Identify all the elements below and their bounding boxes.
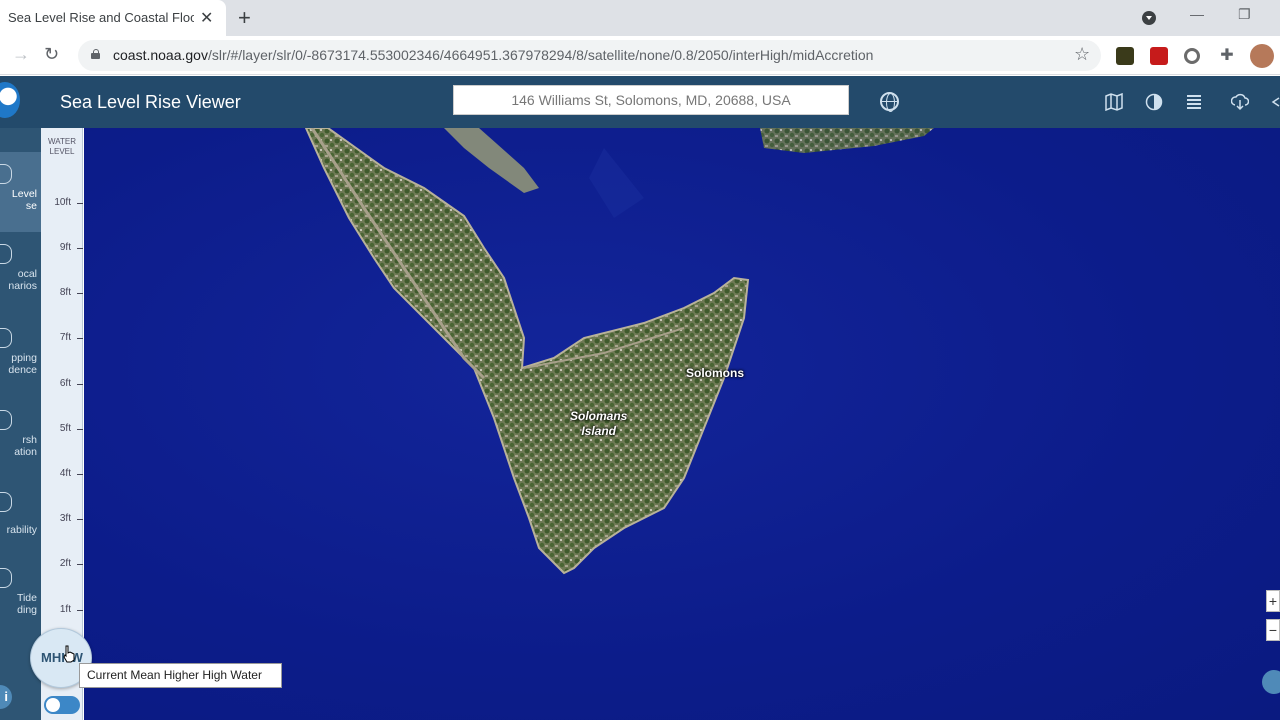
- tab-close-icon[interactable]: ✕: [200, 8, 213, 28]
- sidebar-item-sea-level-rise[interactable]: Level se: [0, 152, 41, 232]
- north-island: [760, 128, 934, 153]
- satellite-imagery: [304, 128, 934, 575]
- profile-menu-icon[interactable]: [1142, 11, 1156, 25]
- tick-4ft: 4ft: [41, 468, 83, 480]
- tick-8ft: 8ft: [41, 287, 83, 299]
- layers-list-icon[interactable]: [1185, 93, 1203, 111]
- download-cloud-icon[interactable]: [1231, 93, 1249, 111]
- avatar[interactable]: [1250, 44, 1274, 68]
- browser-tab[interactable]: Sea Level Rise and Coastal Flood ✕: [0, 0, 226, 36]
- zoom-out-button[interactable]: −: [1266, 619, 1280, 641]
- tick-6ft: 6ft: [41, 378, 83, 390]
- basemap-icon[interactable]: [1105, 93, 1123, 111]
- tick-9ft: 9ft: [41, 242, 83, 254]
- pier-structures: [444, 128, 539, 193]
- hand-cursor-icon: [63, 645, 75, 663]
- map-label-solomons: Solomons: [686, 366, 745, 380]
- extension-photo-icon[interactable]: [1116, 47, 1134, 65]
- sidebar-item-high-tide-flooding[interactable]: Tide ding: [0, 568, 41, 638]
- person-icon: [0, 492, 12, 512]
- map-icon: [0, 328, 12, 348]
- tick-1ft: 1ft: [41, 604, 83, 616]
- tick-5ft: 5ft: [41, 423, 83, 435]
- mhhw-toggle[interactable]: [44, 696, 80, 714]
- tick-3ft: 3ft: [41, 513, 83, 525]
- address-search-input[interactable]: [453, 85, 849, 115]
- info-button[interactable]: i: [0, 685, 12, 709]
- marsh-icon: [0, 410, 12, 430]
- contrast-icon[interactable]: [1145, 93, 1163, 111]
- tick-7ft: 7ft: [41, 332, 83, 344]
- zoom-in-button[interactable]: +: [1266, 590, 1280, 612]
- address-bar[interactable]: coast.noaa.gov/slr/#/layer/slr/0/-867317…: [78, 40, 1101, 71]
- new-tab-icon[interactable]: +: [238, 5, 251, 31]
- mhhw-tooltip: Current Mean Higher High Water: [79, 663, 282, 688]
- sidebar-item-mapping-confidence[interactable]: pping dence: [0, 328, 41, 398]
- url-text: coast.noaa.gov/slr/#/layer/slr/0/-867317…: [113, 47, 874, 63]
- browser-toolbar: → ↻ coast.noaa.gov/slr/#/layer/slr/0/-86…: [0, 36, 1280, 75]
- sidebar-item-vulnerability[interactable]: rability: [0, 492, 41, 552]
- map-canvas[interactable]: Solomons Solomans Island: [84, 128, 1280, 720]
- record-extension-icon[interactable]: [1184, 48, 1200, 64]
- pdf-extension-icon[interactable]: [1150, 47, 1168, 65]
- water-level-title: WATER LEVEL: [48, 137, 76, 156]
- noaa-logo-icon: [0, 82, 20, 118]
- wave-icon: [0, 568, 12, 588]
- map-label-solomons-island: Solomans Island: [570, 409, 628, 438]
- sidebar-item-marsh-migration[interactable]: rsh ation: [0, 410, 41, 480]
- peninsula-landmass: [304, 128, 750, 575]
- app-header: Sea Level Rise Viewer: [0, 76, 1280, 128]
- browser-tab-bar: Sea Level Rise and Coastal Flood ✕ + — ❐: [0, 0, 1280, 36]
- extensions-puzzle-icon[interactable]: ✚: [1218, 47, 1236, 65]
- app-title: Sea Level Rise Viewer: [60, 92, 241, 112]
- tick-10ft: 10ft: [41, 197, 83, 209]
- tick-2ft: 2ft: [41, 558, 83, 570]
- house-icon: [0, 244, 12, 264]
- forward-icon[interactable]: →: [12, 44, 30, 65]
- tool-sidebar: Level se ocal narios pping dence rsh ati…: [0, 128, 41, 720]
- map-help-button[interactable]: [1262, 670, 1280, 694]
- globe-icon[interactable]: [880, 92, 899, 112]
- bookmark-star-icon[interactable]: ☆: [1074, 44, 1090, 65]
- toggle-knob: [46, 698, 60, 712]
- tab-title: Sea Level Rise and Coastal Flood: [8, 10, 194, 25]
- share-icon[interactable]: [1270, 93, 1280, 111]
- minimize-icon[interactable]: —: [1190, 6, 1204, 22]
- lock-icon: [91, 49, 100, 59]
- restore-icon[interactable]: ❐: [1238, 6, 1251, 23]
- reload-icon[interactable]: ↻: [44, 44, 59, 65]
- water-drop-icon: [0, 164, 12, 184]
- sidebar-item-local-scenarios[interactable]: ocal narios: [0, 244, 41, 314]
